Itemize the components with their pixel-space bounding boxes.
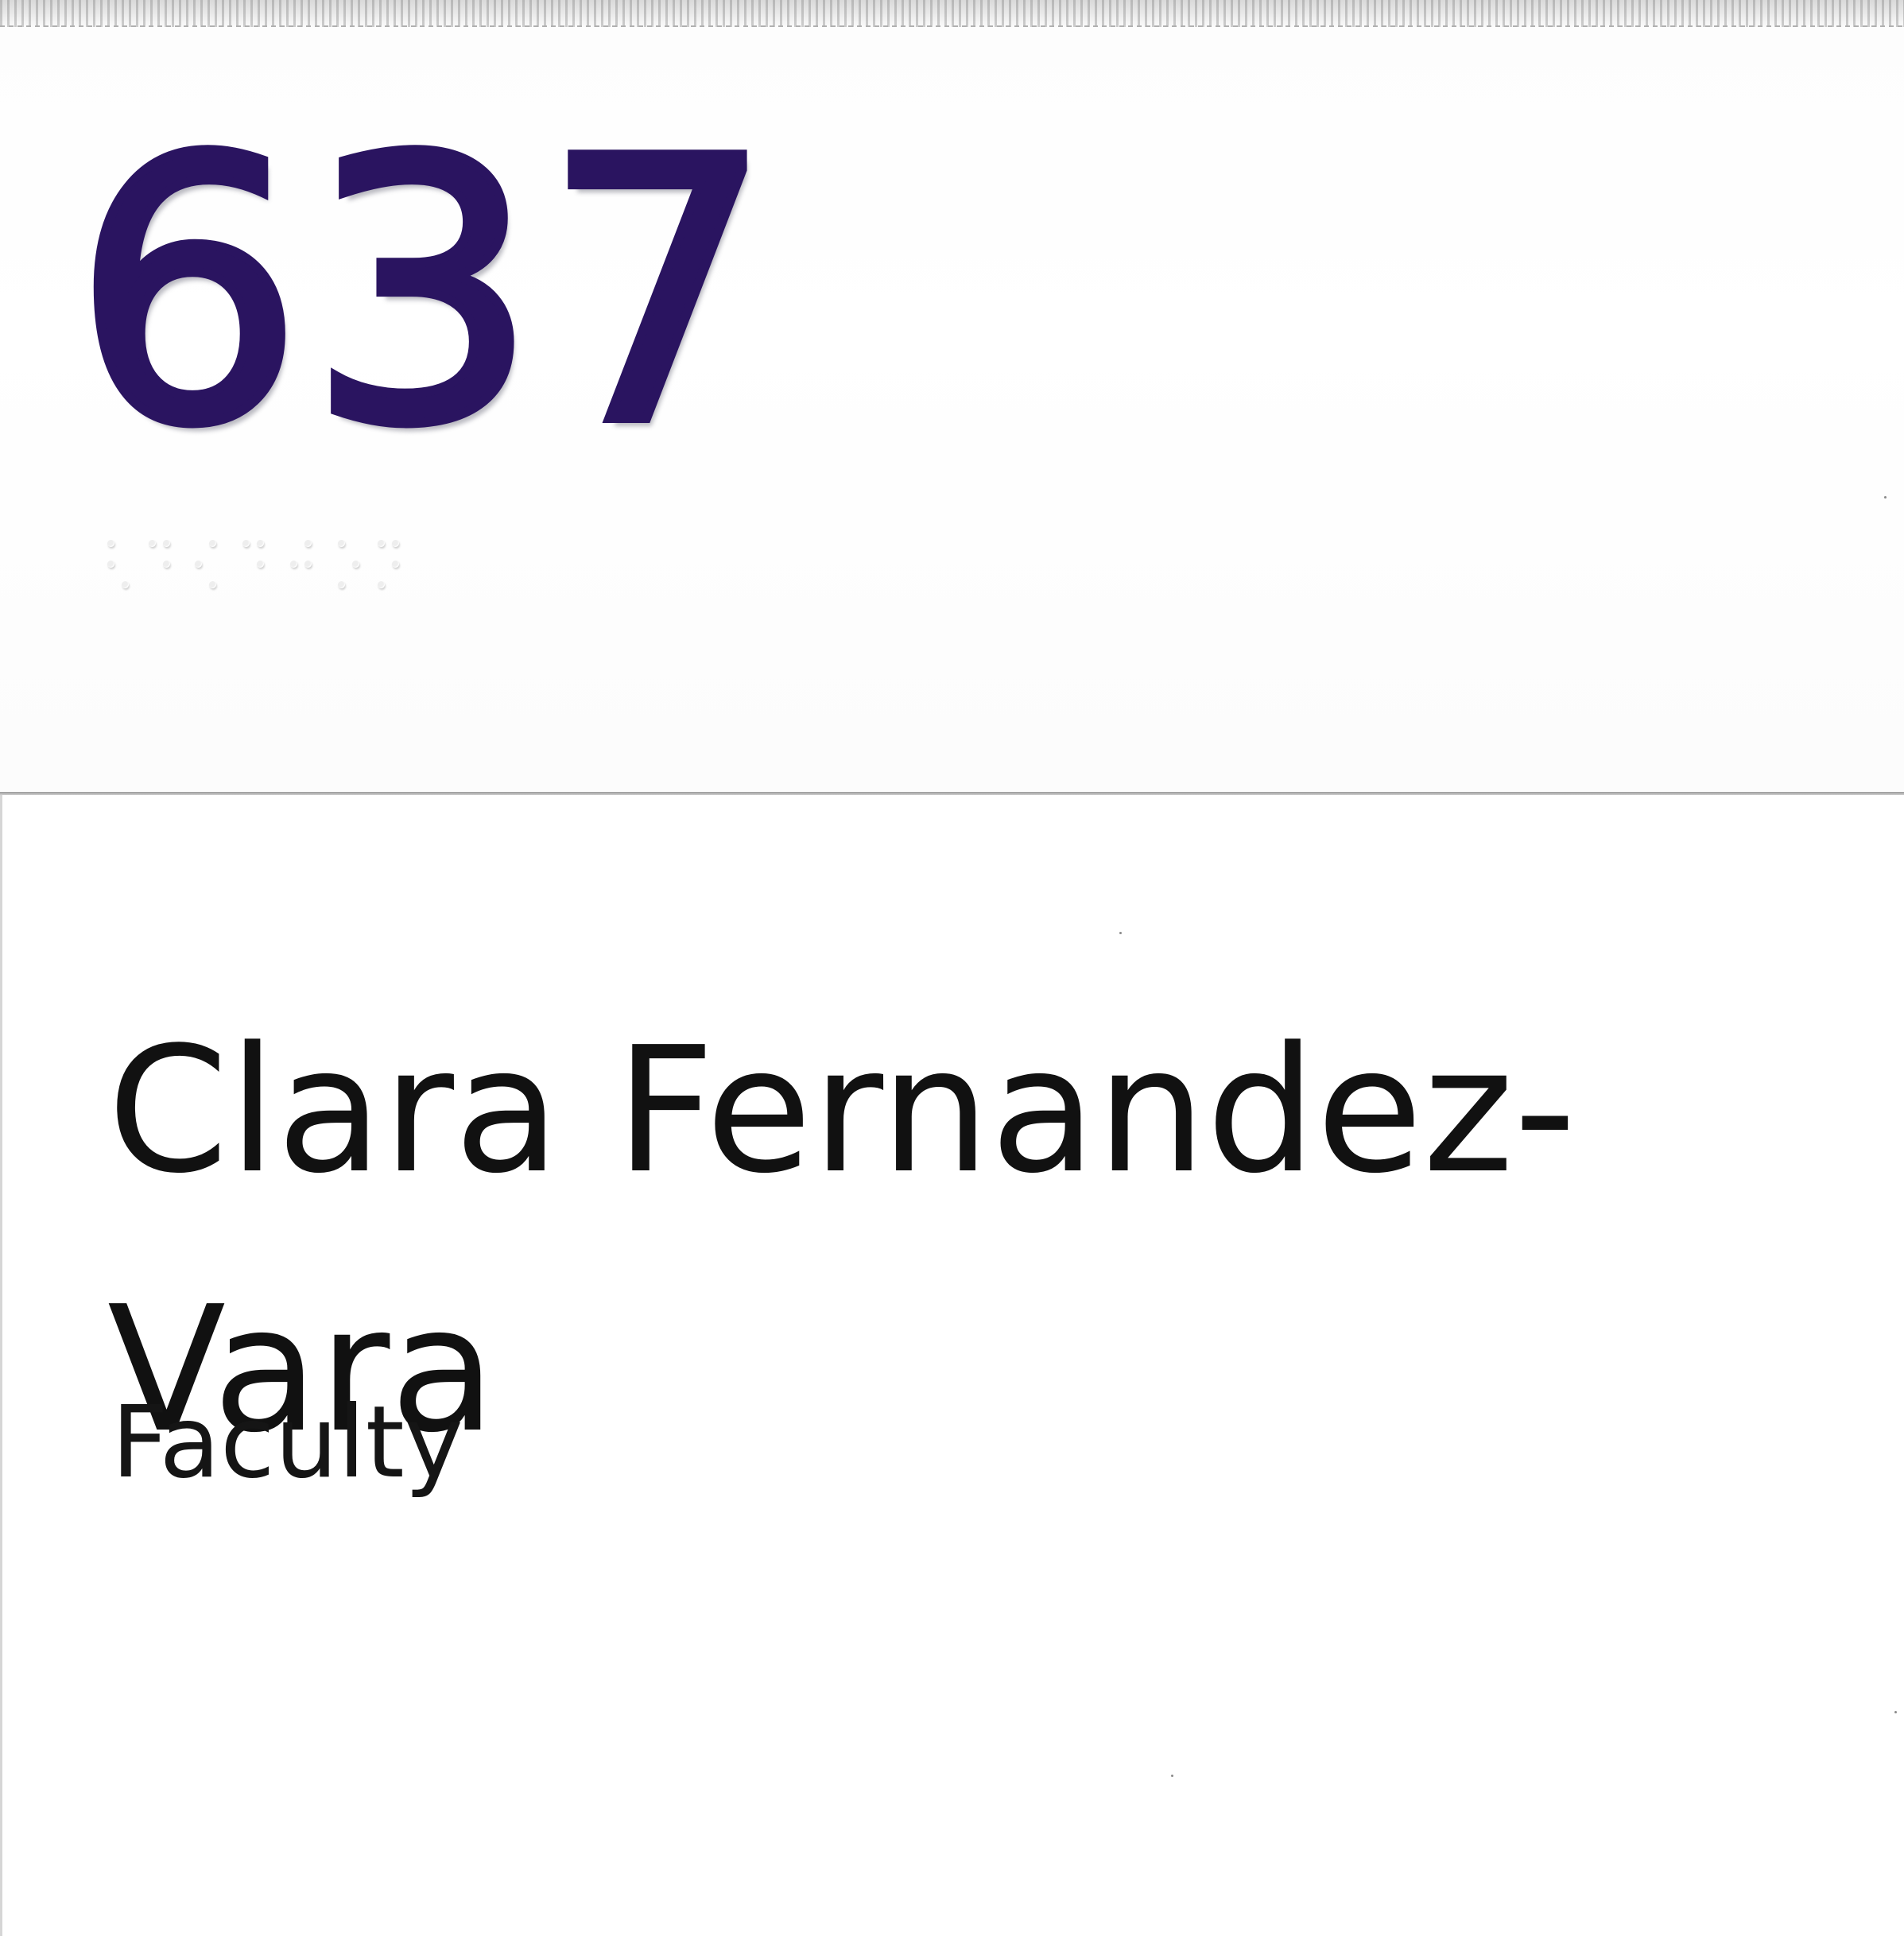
frame-top-edge [0, 0, 1904, 27]
dust-speck [1119, 932, 1122, 934]
dust-speck [1884, 496, 1887, 499]
braille-dots [107, 533, 417, 597]
occupant-role: Faculty [111, 1385, 463, 1500]
dust-speck [1894, 1711, 1897, 1713]
room-number: 637 [68, 83, 778, 504]
room-number-plate: 637 [0, 27, 1904, 792]
door-sign-photo: 637 Clara Fernandez- Vara Faculty [0, 0, 1904, 1936]
dust-speck [1171, 1775, 1173, 1777]
